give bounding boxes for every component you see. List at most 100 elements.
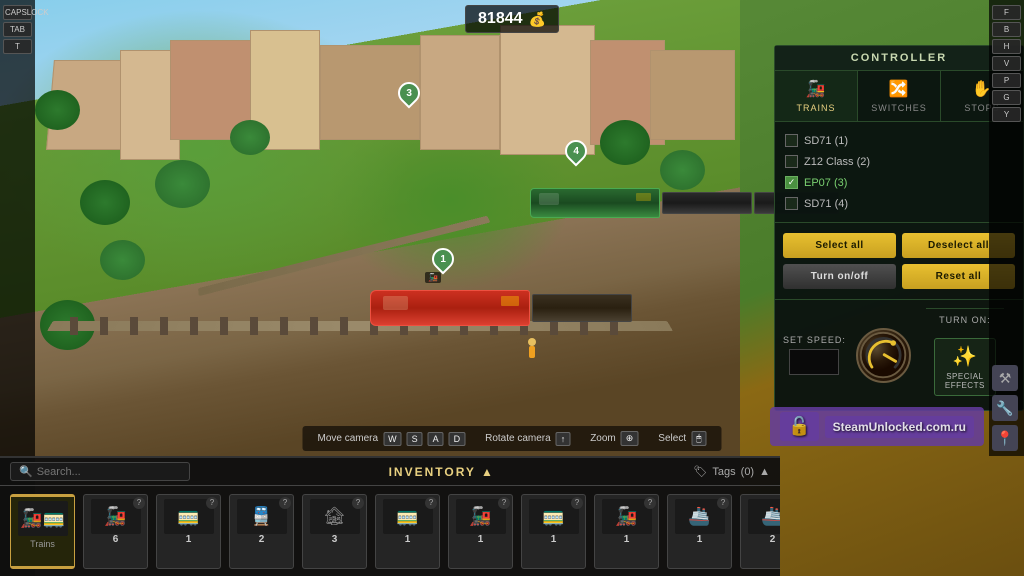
- tree-group-7: [100, 240, 145, 280]
- tab-switches[interactable]: 🔀 SWITCHES: [858, 71, 941, 121]
- turn-on-label: TURN ON:: [939, 315, 991, 325]
- inv-item-1[interactable]: 🚂 ? 6: [83, 494, 148, 569]
- speed-control: SET SPEED: 6: [775, 299, 1023, 410]
- inv-loco-5-count: 1: [405, 534, 411, 545]
- inv-trains-label: Trains: [30, 539, 55, 549]
- inv-loco-10-count: 2: [770, 534, 776, 545]
- train-item-1[interactable]: SD71 (1): [783, 130, 1015, 151]
- v-key[interactable]: V: [992, 56, 1021, 71]
- move-camera-hint: Move camera W S A D: [317, 431, 465, 446]
- search-icon: 🔍: [19, 465, 33, 478]
- move-s-key: S: [407, 432, 423, 446]
- inv-loco-4-info[interactable]: ?: [352, 497, 364, 509]
- inv-loco-6-info[interactable]: ?: [498, 497, 510, 509]
- search-area[interactable]: 🔍: [10, 462, 190, 481]
- inv-loco-10-icon: 🚢: [748, 499, 781, 534]
- inv-item-4[interactable]: 🏚 ? 3: [302, 494, 367, 569]
- tree-group-1: [35, 90, 80, 130]
- tool-3[interactable]: 📍: [992, 425, 1018, 451]
- train-item-4[interactable]: SD71 (4): [783, 193, 1015, 214]
- tool-1[interactable]: ⚒: [992, 365, 1018, 391]
- move-w-key: W: [383, 432, 402, 446]
- inv-item-8[interactable]: 🚂 ? 1: [594, 494, 659, 569]
- train-checkbox-1[interactable]: [785, 134, 798, 147]
- red-train[interactable]: [370, 290, 632, 326]
- bottom-bar: 🔍 INVENTORY ▲ 🏷 Tags (0) ▲ 🚂🚃 Trains 🚂 ?…: [0, 456, 780, 576]
- inv-loco-2-count: 1: [186, 534, 192, 545]
- special-effects-label: SPECIALEFFECTS: [945, 372, 985, 390]
- train-checkbox-3[interactable]: [785, 176, 798, 189]
- tree-group-3: [80, 180, 130, 225]
- p-key[interactable]: P: [992, 73, 1021, 88]
- inv-loco-8-info[interactable]: ?: [644, 497, 656, 509]
- train-item-2[interactable]: Z12 Class (2): [783, 151, 1015, 172]
- inv-loco-8-count: 1: [624, 534, 630, 545]
- zoom-key: ⊕: [621, 431, 639, 446]
- tags-area[interactable]: 🏷 Tags (0) ▲: [693, 465, 770, 478]
- right-toolbar: F B H V P G Y ⚒ 🔧 📍: [989, 0, 1024, 456]
- tab-trains[interactable]: 🚂 TRAINS: [775, 71, 858, 121]
- inv-item-7[interactable]: 🚃 ? 1: [521, 494, 586, 569]
- switches-label: SWITCHES: [871, 103, 927, 113]
- inv-item-2[interactable]: 🚃 ? 1: [156, 494, 221, 569]
- money-value: 81844: [478, 10, 523, 28]
- special-effects-button[interactable]: ✨ SPECIALEFFECTS: [934, 338, 996, 396]
- inv-loco-5-info[interactable]: ?: [425, 497, 437, 509]
- inv-loco-9-info[interactable]: ?: [717, 497, 729, 509]
- speed-knob[interactable]: [856, 328, 911, 383]
- inv-item-3[interactable]: 🚆 ? 2: [229, 494, 294, 569]
- select-hint: Select 🖱: [658, 431, 706, 446]
- g-key[interactable]: G: [992, 90, 1021, 105]
- select-key: 🖱: [691, 431, 706, 446]
- controller-panel: CONTROLLER 🚂 TRAINS 🔀 SWITCHES ✋ STOPS S…: [774, 45, 1024, 411]
- zoom-hint: Zoom ⊕: [590, 431, 638, 446]
- map-pin-4[interactable]: 4: [565, 140, 587, 162]
- inventory-items: 🚂🚃 Trains 🚂 ? 6 🚃 ? 1 🚆 ? 2 🏚 ? 3 🚃 ? 1: [0, 486, 780, 576]
- inv-loco-2-info[interactable]: ?: [206, 497, 218, 509]
- controller-buttons: Select all Deselect all Turn on/off Rese…: [775, 223, 1023, 299]
- inv-loco-4-count: 3: [332, 534, 338, 545]
- speed-label: SET SPEED:: [783, 335, 846, 345]
- y-key[interactable]: Y: [992, 107, 1021, 122]
- capslock-key[interactable]: CAPSLOCK: [3, 5, 32, 20]
- inv-loco-9-count: 1: [697, 534, 703, 545]
- inventory-arrow: ▲: [481, 465, 495, 479]
- tab-key[interactable]: TAB: [3, 22, 32, 37]
- controller-title: CONTROLLER: [775, 46, 1023, 71]
- move-a-key: A: [428, 432, 444, 446]
- inv-item-5[interactable]: 🚃 ? 1: [375, 494, 440, 569]
- select-all-button[interactable]: Select all: [783, 233, 896, 258]
- turn-on-off-button[interactable]: Turn on/off: [783, 264, 896, 289]
- h-key[interactable]: H: [992, 39, 1021, 54]
- speed-input[interactable]: 6: [789, 349, 839, 375]
- train-list: SD71 (1) Z12 Class (2) EP07 (3) SD71 (4): [775, 122, 1023, 223]
- search-input[interactable]: [37, 466, 177, 478]
- inv-item-10[interactable]: 🚢 ? 2: [740, 494, 780, 569]
- train-checkbox-2[interactable]: [785, 155, 798, 168]
- tool-2[interactable]: 🔧: [992, 395, 1018, 421]
- map-pin-3[interactable]: 3: [398, 82, 420, 104]
- select-label: Select: [658, 433, 686, 444]
- map-pin-1[interactable]: 1 🚂: [432, 248, 454, 283]
- inv-trains-icon: 🚂🚃: [18, 501, 68, 536]
- inv-item-9[interactable]: 🚢 ? 1: [667, 494, 732, 569]
- inv-item-6[interactable]: 🚂 ? 1: [448, 494, 513, 569]
- controls-hint: Move camera W S A D Rotate camera ↑ Zoom…: [302, 426, 721, 451]
- t-key[interactable]: T: [3, 39, 32, 54]
- rotate-key: ↑: [556, 432, 571, 446]
- train-name-3: EP07 (3): [804, 177, 847, 189]
- inv-loco-3-count: 2: [259, 534, 265, 545]
- train-item-3[interactable]: EP07 (3): [783, 172, 1015, 193]
- b-key[interactable]: B: [992, 22, 1021, 37]
- f-key[interactable]: F: [992, 5, 1021, 20]
- train-checkbox-4[interactable]: [785, 197, 798, 210]
- train-name-2: Z12 Class (2): [804, 156, 870, 168]
- tag-icon: 🏷: [693, 465, 707, 478]
- inv-loco-1-count: 6: [113, 534, 119, 545]
- inv-loco-7-info[interactable]: ?: [571, 497, 583, 509]
- inv-loco-3-info[interactable]: ?: [279, 497, 291, 509]
- money-icon: 💰: [529, 11, 546, 28]
- tags-label: Tags: [712, 466, 735, 478]
- inv-loco-1-info[interactable]: ?: [133, 497, 145, 509]
- inv-item-trains-tab[interactable]: 🚂🚃 Trains: [10, 494, 75, 569]
